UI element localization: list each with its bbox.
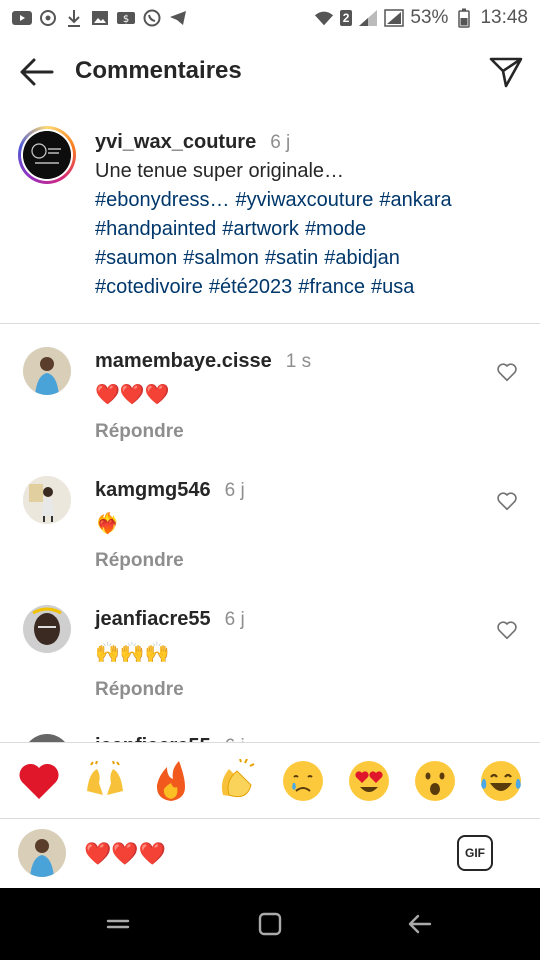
hashtag-list: #ebonydress… #yviwaxcouture #ankara #handp… bbox=[95, 186, 515, 302]
comment-item: jeanfiacre55 6 j 🙌🙌🙌 Répondre bbox=[0, 605, 540, 725]
comment-input[interactable]: ❤️❤️❤️ bbox=[84, 841, 166, 867]
money-icon: $ bbox=[116, 9, 136, 27]
hashtag[interactable]: #satin bbox=[265, 247, 318, 269]
hashtag[interactable]: #été2023 bbox=[209, 276, 292, 298]
comment-time: 6 j bbox=[224, 609, 245, 630]
battery-icon bbox=[454, 8, 474, 28]
comment-username[interactable]: jeanfiacre55 bbox=[95, 735, 211, 742]
hashtag[interactable]: #france bbox=[298, 276, 365, 298]
system-back-button[interactable] bbox=[404, 908, 436, 940]
heart-outline-icon bbox=[497, 492, 517, 511]
hashtag[interactable]: #saumon bbox=[95, 247, 177, 269]
caption-text: Une tenue super originale… bbox=[95, 160, 345, 182]
notification-icons: $ bbox=[12, 9, 188, 27]
page-title: Commentaires bbox=[75, 57, 242, 84]
hashtag[interactable]: #artwork bbox=[222, 218, 299, 240]
partial-comment: jeanfiacre556 j bbox=[0, 730, 540, 742]
hashtag[interactable]: #ebonydress… bbox=[95, 189, 230, 211]
like-button[interactable] bbox=[496, 490, 518, 512]
back-button[interactable] bbox=[14, 54, 58, 90]
comment-body: mamembaye.cisse 1 s ❤️❤️❤️ Répondre bbox=[95, 347, 485, 443]
header: Commentaires bbox=[0, 40, 540, 104]
avatar[interactable] bbox=[23, 734, 71, 742]
hashtag[interactable]: #usa bbox=[371, 276, 414, 298]
telegram-icon bbox=[168, 9, 188, 27]
heart-outline-icon bbox=[497, 363, 517, 382]
caption-body: yvi_wax_couture 6 j Une tenue super origi… bbox=[95, 128, 515, 302]
avatar bbox=[23, 131, 71, 179]
caption-time: 6 j bbox=[270, 132, 291, 153]
heart-outline-icon bbox=[497, 621, 517, 640]
avatar bbox=[18, 829, 66, 877]
back-arrow-icon bbox=[408, 914, 432, 934]
whatsapp-icon bbox=[142, 9, 162, 27]
send-icon bbox=[489, 57, 523, 88]
avatar[interactable] bbox=[23, 347, 71, 395]
comment-username[interactable]: kamgmg546 bbox=[95, 479, 211, 501]
sim-badge: 2 bbox=[339, 10, 353, 26]
emoji-bar bbox=[0, 742, 540, 818]
comment-item: mamembaye.cisse 1 s ❤️❤️❤️ Répondre bbox=[0, 347, 540, 467]
emoji-crying-face[interactable] bbox=[279, 757, 327, 805]
hashtag[interactable]: #ankara bbox=[379, 189, 451, 211]
comment-username[interactable]: mamembaye.cisse bbox=[95, 350, 272, 372]
caption-divider bbox=[0, 323, 540, 324]
gif-button[interactable]: GIF bbox=[457, 835, 493, 871]
emoji-surprised-face[interactable] bbox=[411, 757, 459, 805]
battery-percent: 53% bbox=[410, 7, 449, 28]
wifi-icon bbox=[314, 9, 334, 27]
hashtag[interactable]: #salmon bbox=[183, 247, 259, 269]
status-bar: $ 2 53% 13:48 bbox=[0, 0, 540, 36]
comment-time: 1 s bbox=[285, 351, 312, 372]
caption-avatar-ring[interactable] bbox=[18, 126, 76, 184]
emoji-tears-of-joy[interactable] bbox=[477, 757, 525, 805]
comment-time: 6 j bbox=[224, 480, 245, 501]
comment-text: 🙌🙌🙌 bbox=[95, 642, 170, 664]
comment-username[interactable]: jeanfiacre55 bbox=[95, 608, 211, 630]
caption-username[interactable]: yvi_wax_couture bbox=[95, 131, 256, 153]
hashtag[interactable]: #cotedivoire bbox=[95, 276, 203, 298]
comment-text: ❤️❤️❤️ bbox=[95, 384, 170, 406]
hashtag[interactable]: #mode bbox=[305, 218, 366, 240]
avatar[interactable] bbox=[23, 605, 71, 653]
comment-text: ❤️‍🔥 bbox=[95, 513, 120, 535]
emoji-clapping-hands[interactable] bbox=[213, 757, 261, 805]
download-icon bbox=[64, 9, 84, 27]
reply-button[interactable]: Répondre bbox=[95, 421, 485, 443]
system-icons: 2 53% 13:48 bbox=[314, 7, 528, 29]
recent-apps-icon bbox=[106, 919, 130, 929]
recent-apps-button[interactable] bbox=[102, 908, 134, 940]
svg-text:$: $ bbox=[123, 14, 129, 25]
comment-body: kamgmg546 6 j ❤️‍🔥 Répondre bbox=[95, 476, 485, 572]
arrow-left-icon bbox=[20, 58, 54, 86]
comment-input-bar: ❤️❤️❤️ GIF bbox=[0, 818, 540, 888]
home-icon bbox=[258, 912, 282, 936]
signal-icon-2 bbox=[384, 9, 405, 27]
like-button[interactable] bbox=[496, 619, 518, 641]
reply-button[interactable]: Répondre bbox=[95, 550, 485, 572]
caption-header: yvi_wax_couture 6 j bbox=[95, 128, 515, 157]
emoji-heart[interactable] bbox=[15, 757, 63, 805]
home-button[interactable] bbox=[254, 908, 286, 940]
comment-item: kamgmg546 6 j ❤️‍🔥 Répondre bbox=[0, 476, 540, 596]
caption-avatar-frame bbox=[21, 129, 73, 181]
share-button[interactable] bbox=[486, 52, 526, 92]
youtube-icon bbox=[12, 9, 32, 27]
emoji-heart-eyes[interactable] bbox=[345, 757, 393, 805]
hashtag[interactable]: #handpainted bbox=[95, 218, 216, 240]
hashtag[interactable]: #abidjan bbox=[324, 247, 400, 269]
reply-button[interactable]: Répondre bbox=[95, 679, 485, 701]
emoji-raised-hands[interactable] bbox=[81, 757, 129, 805]
avatar[interactable] bbox=[23, 476, 71, 524]
comment-body: jeanfiacre55 6 j 🙌🙌🙌 Répondre bbox=[95, 605, 485, 701]
emoji-fire[interactable] bbox=[147, 757, 195, 805]
like-button[interactable] bbox=[496, 361, 518, 383]
system-nav-bar bbox=[0, 888, 540, 960]
hashtag[interactable]: #yviwaxcouture bbox=[236, 189, 374, 211]
clock: 13:48 bbox=[480, 7, 528, 28]
signal-icon bbox=[358, 9, 378, 27]
chat-icon bbox=[38, 9, 58, 27]
gallery-icon bbox=[90, 9, 110, 27]
